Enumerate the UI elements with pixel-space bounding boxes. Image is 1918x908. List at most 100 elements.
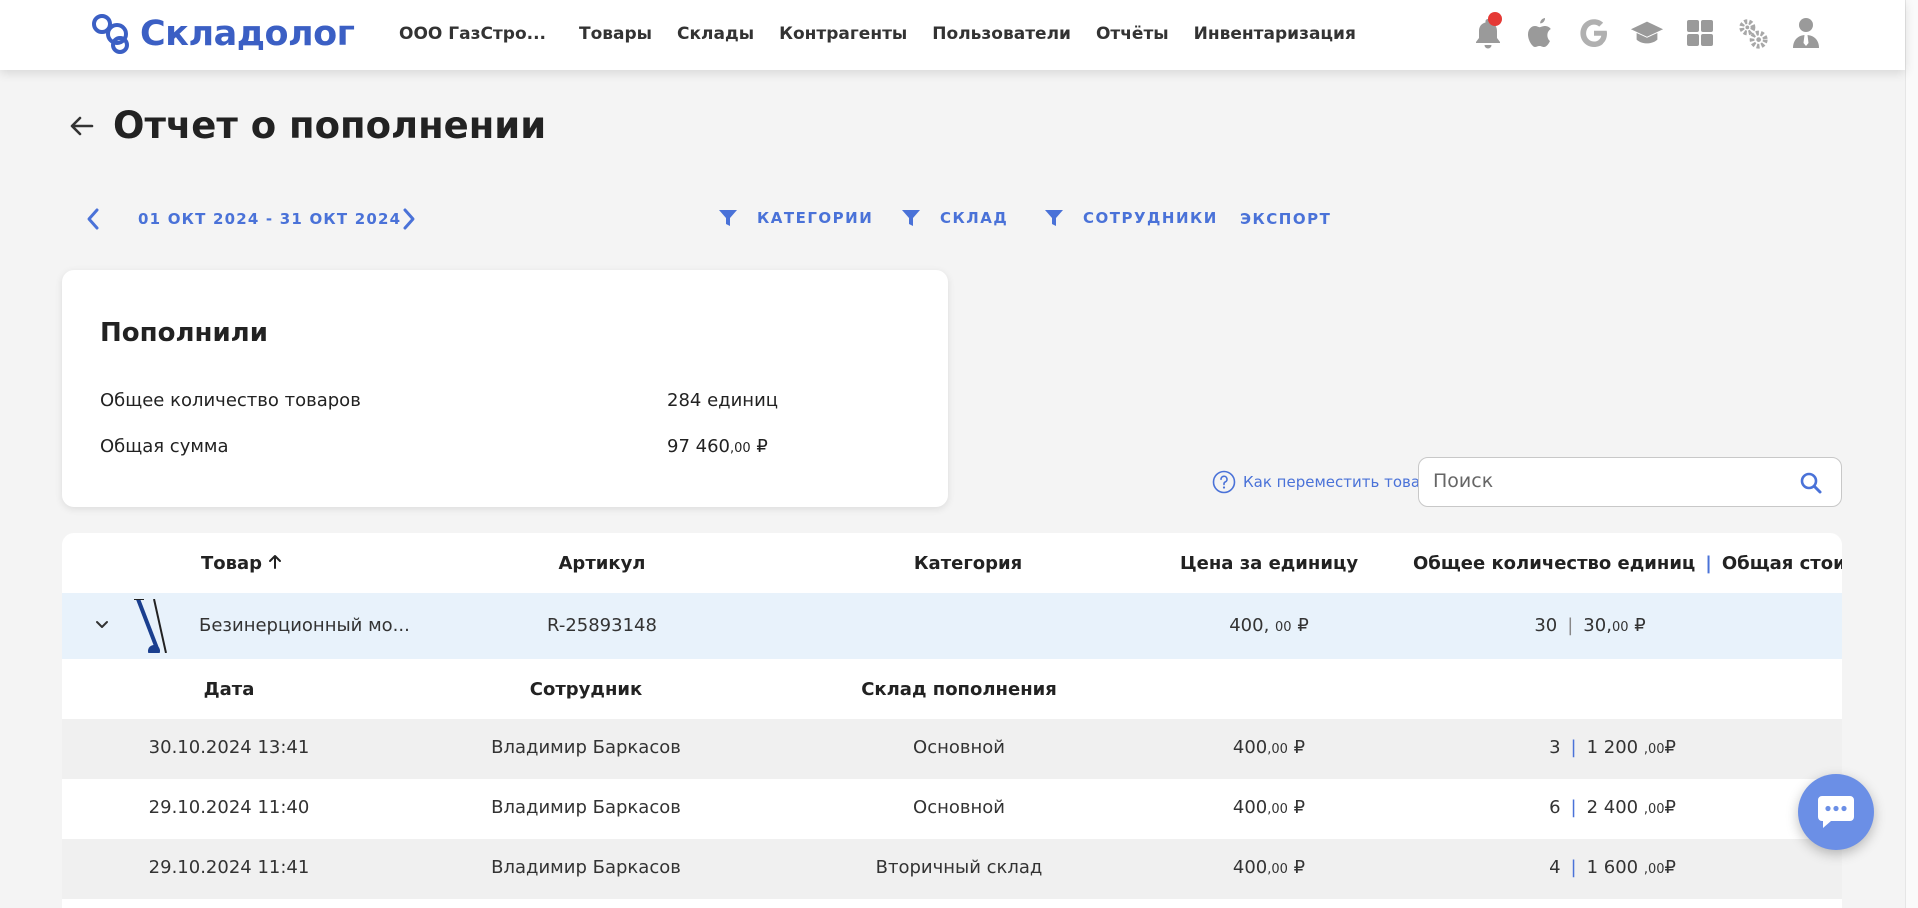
logo-text: Складолог: [140, 14, 355, 54]
filter-warehouse-label: СКЛАД: [940, 209, 1009, 227]
detail-header-employee: Сотрудник: [529, 679, 643, 700]
detail-date: 30.10.2024 13:41: [148, 737, 310, 758]
detail-totals: 4 | 1 600 ,00₽: [1549, 857, 1676, 878]
nav-item-inventory[interactable]: Инвентаризация: [1194, 24, 1356, 44]
column-header-category[interactable]: Категория: [914, 553, 1022, 574]
price-main: 400: [1232, 797, 1268, 818]
currency-sign: ₽: [1634, 615, 1646, 636]
detail-price: 400,00 ₽: [1233, 857, 1305, 878]
chevron-down-icon[interactable]: [94, 619, 110, 631]
column-header-total-qty[interactable]: Общее количество единиц: [1413, 553, 1695, 574]
filter-icon: [1045, 210, 1063, 226]
how-to-move-link[interactable]: Как переместить товар: [1212, 470, 1430, 494]
company-selector[interactable]: ООО ГазСтро...: [399, 24, 546, 44]
nav-item-products[interactable]: Товары: [579, 24, 652, 44]
filter-icon: [719, 210, 737, 226]
detail-cost-main: 2 400: [1586, 797, 1639, 818]
detail-warehouse: Основной: [913, 797, 1005, 818]
column-header-totals: Общее количество единиц | Общая стоимость: [1413, 553, 1842, 574]
search-input[interactable]: [1433, 470, 1773, 492]
detail-totals: 3 | 1 200 ,00₽: [1549, 737, 1676, 758]
detail-warehouse: Вторичный склад: [875, 857, 1043, 878]
export-button[interactable]: ЭКСПОРТ: [1240, 210, 1331, 228]
page-scrollbar[interactable]: [1905, 0, 1918, 908]
summary-title: Пополнили: [100, 318, 268, 348]
nav-item-reports[interactable]: Отчёты: [1096, 24, 1169, 44]
currency-sign: ₽: [756, 436, 768, 457]
detail-cost-main: 1 200: [1586, 737, 1639, 758]
detail-date: 29.10.2024 11:41: [148, 857, 310, 878]
header-separator: |: [1705, 553, 1712, 574]
logo-icon: [92, 14, 129, 54]
detail-header-warehouse: Склад пополнения: [861, 679, 1057, 700]
column-header-product-label: Товар: [201, 553, 263, 574]
price-main: 400,: [1229, 615, 1270, 636]
product-totals: 30 | 30,00 ₽: [1534, 615, 1645, 636]
user-tie-icon[interactable]: [1789, 14, 1823, 52]
column-header-sku[interactable]: Артикул: [559, 553, 646, 574]
filter-employees-label: СОТРУДНИКИ: [1083, 209, 1218, 227]
price-main: 400: [1232, 857, 1268, 878]
sort-arrow-up-icon: [269, 555, 282, 569]
search-icon[interactable]: [1799, 471, 1823, 495]
header-icons: [1471, 12, 1823, 52]
how-to-move-label: Как переместить товар: [1243, 473, 1430, 491]
total-sum-value: 97 460,00 ₽: [667, 436, 768, 457]
value-separator: |: [1567, 615, 1574, 636]
detail-row[interactable]: 30.10.2024 13:41 Владимир Баркасов Основ…: [62, 719, 1842, 779]
detail-employee: Владимир Баркасов: [491, 857, 681, 878]
detail-employee: Владимир Баркасов: [491, 797, 681, 818]
price-main: 400: [1232, 737, 1268, 758]
filter-warehouse-button[interactable]: СКЛАД: [901, 208, 1008, 228]
column-header-unit-price[interactable]: Цена за единицу: [1180, 553, 1358, 574]
google-icon[interactable]: [1577, 14, 1611, 52]
prev-period-chevron-icon[interactable]: [84, 207, 102, 235]
currency-sign: ₽: [1293, 797, 1306, 818]
total-sum-label: Общая сумма: [100, 436, 229, 457]
total-sum-main: 97 460: [667, 436, 730, 457]
currency-sign: ₽: [1293, 857, 1306, 878]
value-separator: |: [1570, 857, 1577, 878]
currency-sign: ₽: [1293, 737, 1306, 758]
detail-cost-main: 1 600: [1586, 857, 1639, 878]
total-sum-cents: ,00: [729, 441, 751, 456]
filter-categories-button[interactable]: КАТЕГОРИИ: [718, 208, 873, 228]
graduation-cap-icon[interactable]: [1630, 14, 1664, 52]
help-question-icon: [1212, 470, 1236, 494]
detail-row[interactable]: 29.10.2024 11:40 Владимир Баркасов Основ…: [62, 779, 1842, 839]
currency-sign: ₽: [1664, 857, 1676, 878]
bell-icon[interactable]: [1471, 12, 1505, 52]
detail-date: 29.10.2024 11:40: [148, 797, 310, 818]
detail-header-date: Дата: [203, 679, 255, 700]
report-table: Товар Артикул Категория Цена за единицу …: [62, 533, 1842, 908]
detail-price: 400,00 ₽: [1233, 737, 1305, 758]
filter-employees-button[interactable]: СОТРУДНИКИ: [1044, 208, 1218, 228]
column-header-total-cost[interactable]: Общая стоимость: [1722, 553, 1842, 574]
nav-item-users[interactable]: Пользователи: [932, 24, 1071, 44]
nav-item-counterparties[interactable]: Контрагенты: [779, 24, 907, 44]
page-title: Отчет о пополнении: [113, 104, 547, 147]
chat-bubble-icon: [1818, 796, 1854, 828]
apple-icon[interactable]: [1524, 14, 1558, 52]
nav-item-warehouses[interactable]: Склады: [677, 24, 754, 44]
main-nav: Товары Склады Контрагенты Пользователи О…: [579, 24, 1381, 44]
filter-categories-label: КАТЕГОРИИ: [757, 209, 874, 227]
price-cents: 00: [1275, 620, 1292, 635]
chat-button[interactable]: [1798, 774, 1874, 850]
detail-row[interactable]: 29.10.2024 11:41 Владимир Баркасов Втори…: [62, 839, 1842, 899]
product-row[interactable]: Безинерционный мо... R-25893148 400, 00 …: [62, 593, 1842, 659]
date-range-picker[interactable]: 01 ОКТ 2024 - 31 ОКТ 2024: [138, 210, 401, 228]
top-header: Складолог ООО ГазСтро... Товары Склады К…: [0, 0, 1905, 70]
next-period-chevron-icon[interactable]: [400, 207, 418, 235]
app-logo[interactable]: Складолог: [90, 12, 355, 56]
back-arrow-icon[interactable]: [68, 114, 96, 142]
filter-icon: [902, 210, 920, 226]
grid-icon[interactable]: [1683, 14, 1717, 52]
product-name[interactable]: Безинерционный мо...: [199, 615, 410, 636]
search-box: [1418, 457, 1842, 507]
currency-sign: ₽: [1664, 737, 1676, 758]
product-total-qty: 30: [1534, 615, 1558, 636]
gears-icon[interactable]: [1736, 14, 1770, 52]
column-header-product[interactable]: Товар: [201, 553, 282, 574]
product-total-cost-cents: 00: [1611, 620, 1629, 635]
